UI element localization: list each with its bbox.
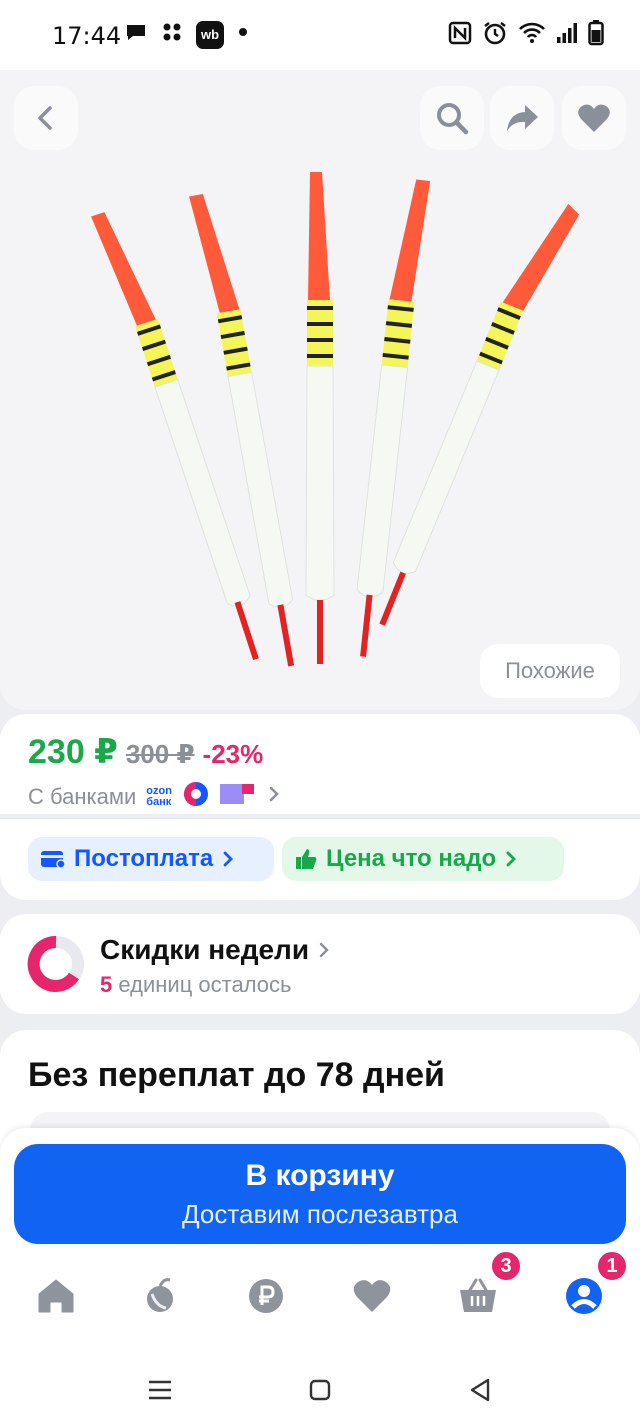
price-section: 230 ₽ 300 ₽ -23% С банками ozon банк	[0, 714, 640, 814]
chevron-right-icon	[223, 851, 234, 867]
card-bank-icon	[219, 781, 256, 812]
share-icon	[507, 105, 538, 131]
status-time: 17:44	[52, 22, 122, 50]
thumbs-up-icon	[296, 849, 317, 869]
product-gallery[interactable]: Похожие	[0, 70, 640, 710]
nav-home[interactable]	[24, 1264, 88, 1328]
nav-cart[interactable]: 3	[446, 1250, 522, 1328]
weekly-discounts-title-text: Скидки недели	[100, 934, 310, 965]
wifi-icon	[518, 21, 546, 50]
status-bar: 17:44 wb	[0, 0, 640, 70]
chat-bubble-icon	[124, 20, 148, 49]
back-button[interactable]	[14, 86, 78, 150]
system-navigation	[0, 1358, 640, 1423]
cart-badge: 3	[490, 1250, 522, 1282]
chevron-right-icon	[266, 784, 282, 809]
good-price-label: Цена что надо	[326, 845, 497, 872]
heart-icon	[578, 104, 610, 132]
ozon-bank-line2: банк	[146, 795, 172, 808]
nav-favorites[interactable]	[340, 1264, 404, 1328]
back-system-button[interactable]	[456, 1366, 504, 1414]
profile-badge: 1	[596, 1250, 628, 1282]
delivery-subtitle: Доставим послезавтра	[182, 1198, 458, 1229]
nfc-icon	[448, 21, 472, 50]
bank-logo-icon	[182, 780, 210, 813]
cart-icon	[460, 1278, 496, 1312]
catalog-icon	[147, 1278, 173, 1312]
price-discount: -23%	[202, 739, 264, 769]
weekly-discounts-title: Скидки недели	[100, 934, 331, 966]
similar-button[interactable]: Похожие	[480, 644, 620, 698]
triangle-back-icon	[470, 1378, 490, 1402]
ozon-bank-logo: ozon банк	[146, 785, 172, 808]
nav-finance[interactable]	[234, 1264, 298, 1328]
bottom-nav: 3 1	[0, 1250, 640, 1328]
home-system-button[interactable]	[296, 1366, 344, 1414]
chevron-right-icon	[319, 942, 329, 958]
search-button[interactable]	[420, 86, 484, 150]
signal-icon	[556, 22, 578, 49]
battery-icon	[588, 20, 604, 51]
recents-button[interactable]	[136, 1366, 184, 1414]
profile-icon	[566, 1278, 602, 1314]
status-right-icons	[448, 20, 604, 51]
share-button[interactable]	[490, 86, 554, 150]
chevron-right-icon	[506, 851, 517, 867]
wb-app-icon: wb	[196, 20, 224, 49]
wallet-icon	[41, 851, 66, 869]
fishing-floats-image	[91, 172, 580, 667]
chevron-left-icon	[38, 106, 52, 130]
weekly-discounts-card[interactable]: Скидки недели 5 единиц осталось	[0, 914, 640, 1014]
banks-row[interactable]: С банками ozon банк	[28, 780, 282, 813]
nav-profile[interactable]: 1	[552, 1250, 628, 1328]
installment-title: Без переплат до 78 дней	[28, 1056, 445, 1094]
status-left-icons: wb	[124, 20, 250, 49]
price-old: 300 ₽	[125, 739, 195, 769]
favorites-icon	[353, 1280, 391, 1312]
add-to-cart-button[interactable]: В корзину Доставим послезавтра	[14, 1144, 626, 1244]
menu-lines-icon	[149, 1380, 171, 1400]
price-current: 230 ₽	[28, 733, 118, 771]
ruble-icon	[249, 1279, 283, 1313]
good-price-chip[interactable]: Цена что надо	[282, 837, 564, 881]
bottom-panel: В корзину Доставим послезавтра 3 1	[0, 1128, 640, 1358]
price-row: 230 ₽ 300 ₽ -23%	[28, 732, 263, 772]
nav-catalog[interactable]	[128, 1264, 192, 1328]
remaining-units: 5 единиц осталось	[100, 972, 292, 998]
postpay-label: Постоплата	[74, 845, 214, 872]
postpay-chip[interactable]: Постоплата	[28, 837, 274, 881]
remaining-count: 5	[100, 972, 113, 997]
remaining-text: единиц осталось	[118, 972, 292, 997]
apps-dots-icon	[160, 20, 184, 49]
favorite-button[interactable]	[562, 86, 626, 150]
square-icon	[309, 1379, 331, 1401]
add-to-cart-title: В корзину	[245, 1158, 395, 1192]
alarm-icon	[482, 20, 508, 51]
banks-label: С банками	[28, 783, 137, 809]
home-icon	[38, 1279, 74, 1313]
notification-dot-icon	[236, 25, 250, 44]
search-icon	[437, 103, 469, 135]
payment-options: Постоплата Цена что надо	[0, 818, 640, 900]
discount-ring-icon	[27, 935, 84, 992]
